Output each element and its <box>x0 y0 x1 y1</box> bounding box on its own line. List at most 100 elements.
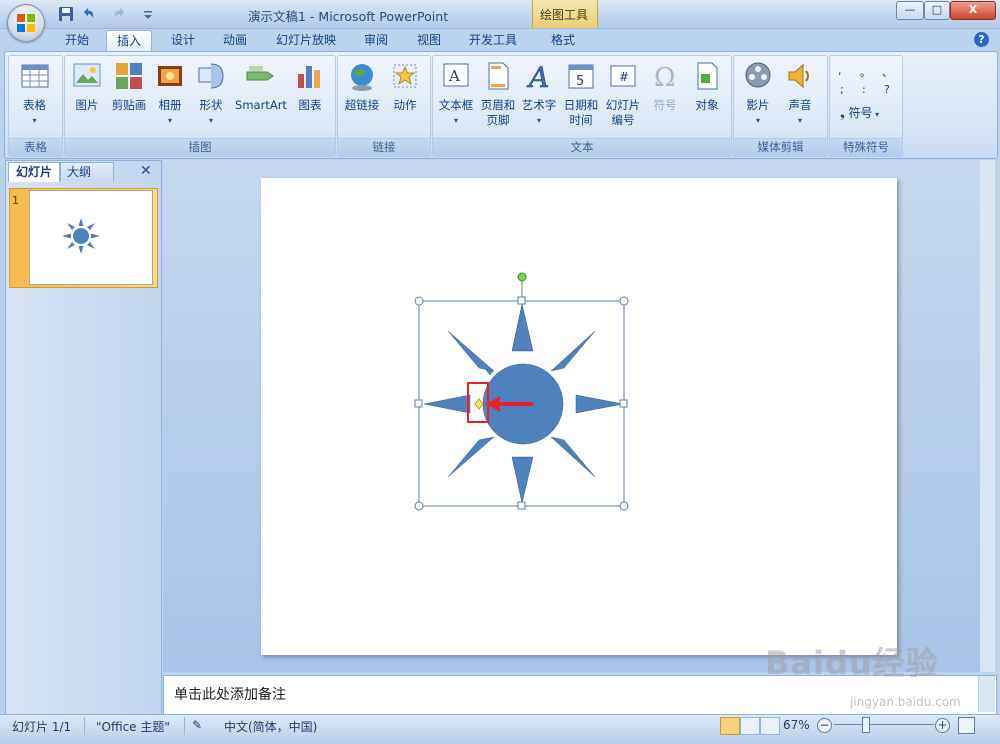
status-theme: "Office 主题" <box>96 720 170 734</box>
tab-outline[interactable]: 大纲 <box>60 162 114 181</box>
action-star-icon <box>393 64 417 88</box>
undo-icon[interactable] <box>80 6 96 22</box>
slide-canvas[interactable] <box>261 178 897 655</box>
symbol-semicolon[interactable]: ; <box>840 83 844 96</box>
tab-developer[interactable]: 开发工具 <box>459 30 527 52</box>
redo-icon[interactable] <box>112 6 128 22</box>
chart-button[interactable]: 图表 <box>292 60 328 113</box>
spellcheck-icon[interactable]: ✎ <box>192 718 202 732</box>
svg-text:Ω: Ω <box>654 63 676 92</box>
clipart-button[interactable]: 剪贴画 <box>108 60 150 113</box>
status-slide-count: 幻灯片 1/1 <box>12 720 72 734</box>
smartart-icon <box>246 66 274 81</box>
sun-shape[interactable] <box>261 178 897 655</box>
datetime-button[interactable]: 5 日期和 时间 <box>560 60 602 128</box>
minimize-button[interactable]: — <box>896 1 924 20</box>
film-reel-icon <box>745 62 771 88</box>
zoom-out-button[interactable]: − <box>817 718 832 733</box>
symbols-dropdown[interactable]: ❟ 符号 ▾ <box>840 104 879 121</box>
adjust-handle <box>474 398 484 410</box>
svg-text:A: A <box>526 61 549 92</box>
symbol-button[interactable]: Ω 符号 <box>645 60 685 113</box>
notes-scrollbar[interactable] <box>978 676 995 712</box>
vertical-scrollbar[interactable] <box>980 160 995 672</box>
office-logo-icon <box>17 14 35 32</box>
photo-album-icon <box>158 66 182 86</box>
hyperlink-button[interactable]: 超链接 <box>340 60 384 113</box>
table-icon <box>21 64 48 88</box>
group-label: 表格 <box>9 138 62 156</box>
object-button[interactable]: 对象 <box>687 60 727 113</box>
status-language[interactable]: 中文(简体，中国) <box>224 718 317 735</box>
movie-button[interactable]: 影片 ▾ <box>737 60 779 128</box>
symbol-pause[interactable]: 、 <box>882 64 893 80</box>
normal-view-button[interactable] <box>720 717 740 735</box>
status-separator <box>84 717 85 735</box>
tab-view[interactable]: 视图 <box>407 30 451 52</box>
photo-album-button[interactable]: 相册 ▾ <box>152 60 188 128</box>
zoom-slider-thumb[interactable] <box>862 717 870 733</box>
symbol-comma[interactable]: , <box>838 64 842 77</box>
zoom-in-button[interactable]: + <box>935 718 950 733</box>
group-label: 插图 <box>65 138 335 156</box>
help-icon[interactable]: ? <box>974 32 989 47</box>
symbol-colon[interactable]: : <box>862 83 866 96</box>
tab-insert[interactable]: 插入 <box>106 30 153 53</box>
drawing-tools-label: 绘图工具 <box>540 8 589 22</box>
header-footer-button[interactable]: 页眉和 页脚 <box>478 60 518 128</box>
tab-format[interactable]: 格式 <box>541 30 585 52</box>
symbol-mark-icon: ❟ <box>840 106 849 120</box>
watermark-url: jingyan.baidu.com <box>850 695 961 709</box>
tab-slideshow[interactable]: 幻灯片放映 <box>266 30 346 52</box>
group-label: 特殊符号 <box>830 138 902 156</box>
close-button[interactable]: X <box>950 1 996 20</box>
save-icon[interactable] <box>58 6 74 22</box>
textbox-button[interactable]: A 文本框 ▾ <box>435 60 477 128</box>
smartart-button[interactable]: SmartArt <box>232 60 290 113</box>
rotate-handle <box>517 272 527 282</box>
slide-number: 1 <box>12 194 19 207</box>
symbol-question[interactable]: ? <box>884 83 890 96</box>
office-button[interactable] <box>7 4 45 42</box>
table-button[interactable]: 表格 ▾ <box>12 60 57 128</box>
clipart-icon <box>116 63 142 89</box>
slide-sorter-button[interactable] <box>740 717 760 735</box>
slide-thumbnail[interactable] <box>29 190 153 285</box>
zoom-level[interactable]: 67% <box>783 718 810 732</box>
textbox-icon: A <box>443 63 469 87</box>
maximize-button[interactable]: □ <box>924 1 950 20</box>
svg-text:#: # <box>619 70 629 84</box>
tab-home[interactable]: 开始 <box>55 30 99 52</box>
object-icon <box>697 62 718 90</box>
speaker-icon <box>788 63 809 89</box>
picture-icon <box>73 63 101 87</box>
tab-review[interactable]: 审阅 <box>354 30 398 52</box>
picture-button[interactable]: 图片 <box>68 60 106 113</box>
slideshow-view-button[interactable] <box>760 717 780 735</box>
notes-placeholder[interactable]: 单击此处添加备注 <box>174 684 286 704</box>
tab-slides[interactable]: 幻灯片 <box>8 162 60 182</box>
tab-animations[interactable]: 动画 <box>213 30 257 52</box>
fit-window-button[interactable] <box>958 717 975 734</box>
hyperlink-globe-icon <box>351 64 373 91</box>
wordart-icon: A <box>526 61 550 95</box>
header-footer-icon <box>488 62 509 90</box>
slide-number-icon: # <box>610 65 636 87</box>
sound-button[interactable]: 声音 ▾ <box>780 60 820 128</box>
group-label: 媒体剪辑 <box>734 138 827 156</box>
zoom-slider-track[interactable] <box>834 724 934 725</box>
svg-text:A: A <box>448 67 460 85</box>
action-button[interactable]: 动作 <box>386 60 424 113</box>
group-label: 链接 <box>338 138 430 156</box>
close-pane-icon[interactable]: ✕ <box>140 163 152 179</box>
slide-number-button[interactable]: # 幻灯片 编号 <box>603 60 643 128</box>
shapes-icon <box>198 63 224 89</box>
shapes-button[interactable]: 形状 ▾ <box>192 60 230 128</box>
qat-customize-icon[interactable] <box>140 6 156 22</box>
tab-design[interactable]: 设计 <box>161 30 205 52</box>
group-label: 文本 <box>433 138 731 156</box>
status-separator <box>184 717 185 735</box>
chart-icon <box>298 66 320 88</box>
symbol-period[interactable]: 。 <box>860 64 871 80</box>
wordart-button[interactable]: A 艺术字 ▾ <box>519 60 559 128</box>
